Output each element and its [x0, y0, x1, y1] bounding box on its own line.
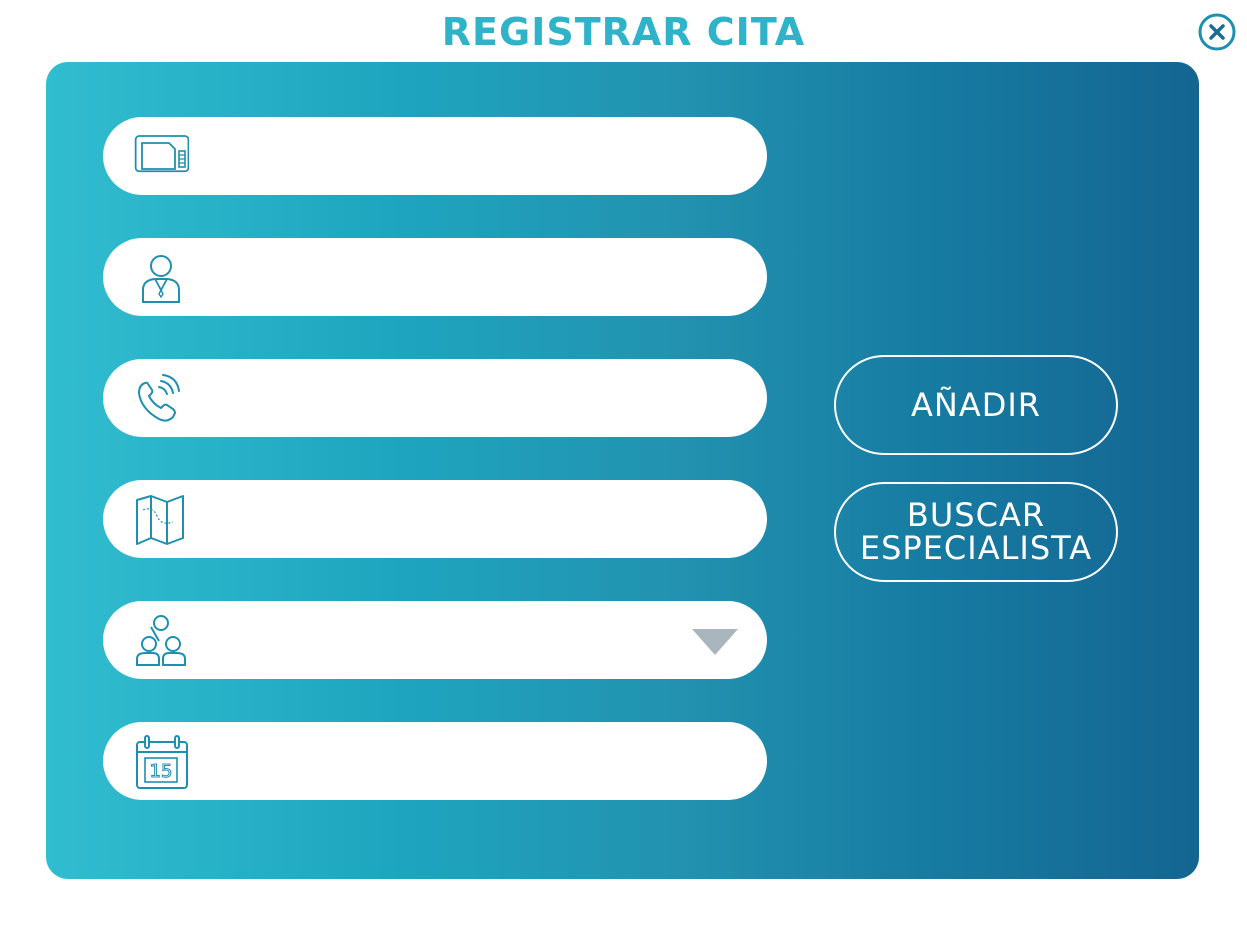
add-button[interactable]: AÑADIR: [834, 355, 1118, 455]
form-panel: 15 AÑADIR BUSCAR ESPECIALISTA: [46, 62, 1199, 879]
person-icon: [142, 255, 180, 303]
search-specialist-button[interactable]: BUSCAR ESPECIALISTA: [834, 482, 1118, 582]
address-field[interactable]: [103, 480, 767, 558]
chevron-down-icon[interactable]: [692, 629, 738, 655]
address-input[interactable]: [213, 500, 737, 540]
search-button-label-line1: BUSCAR: [906, 496, 1046, 534]
calendar-day: 15: [150, 761, 173, 782]
specialists-group-icon: [136, 615, 186, 666]
dialog-title: REGISTRAR CITA: [441, 10, 806, 54]
close-button[interactable]: [1198, 13, 1236, 51]
phone-icon: [137, 374, 180, 422]
id-card-icon: [134, 135, 189, 173]
name-input[interactable]: [213, 258, 737, 298]
date-input[interactable]: [213, 742, 737, 782]
add-button-label: AÑADIR: [910, 385, 1042, 424]
date-field[interactable]: 15: [103, 722, 767, 800]
specialty-value[interactable]: [213, 621, 737, 661]
id-document-field[interactable]: [103, 117, 767, 195]
map-icon: [136, 495, 184, 545]
close-icon[interactable]: [1198, 13, 1236, 51]
calendar-icon: 15: [136, 735, 188, 789]
id-document-input[interactable]: [213, 137, 737, 177]
search-button-label-line2: ESPECIALISTA: [859, 529, 1093, 567]
specialty-select[interactable]: [103, 601, 767, 679]
name-field[interactable]: [103, 238, 767, 316]
phone-field[interactable]: [103, 359, 767, 437]
phone-input[interactable]: [213, 379, 737, 419]
register-appointment-dialog: REGISTRAR CITA 15 AÑADIR BUSCAR ESPECIAL…: [0, 0, 1247, 935]
